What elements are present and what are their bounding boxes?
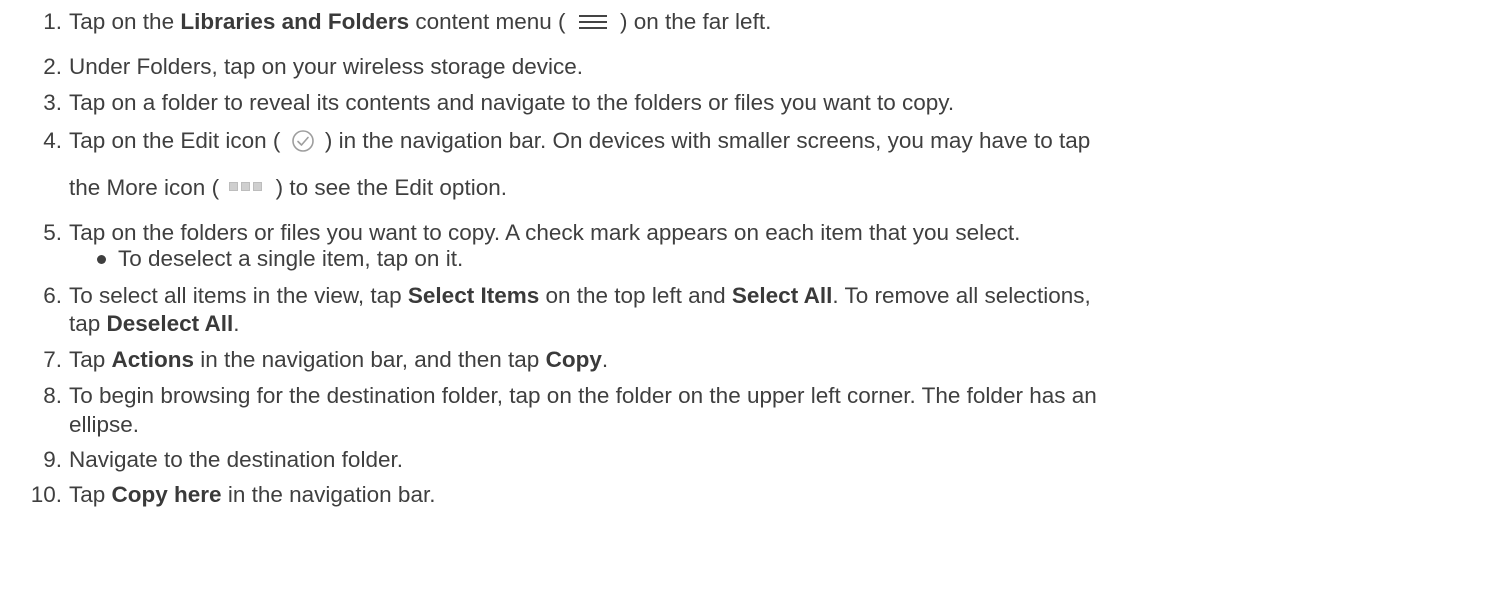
step-number: 6. [43, 283, 62, 308]
step-number: 10. [30, 482, 62, 507]
step-text: Tap on the folders or files you want to … [69, 220, 1021, 245]
step-number: 7. [43, 347, 62, 372]
step-number: 5. [43, 220, 62, 245]
step-number: 2. [43, 54, 62, 79]
step-text: Tap Copy here in the navigation bar. [69, 482, 436, 507]
step-text: Tap Actions in the navigation bar, and t… [69, 347, 609, 372]
step-number: 8. [43, 383, 62, 408]
edit-checkmark-icon [291, 129, 315, 153]
step-text-line2: ellipse. [69, 412, 140, 437]
step-text-line2: the More icon ( ) to see the Edit option… [69, 175, 507, 200]
step-number: 3. [43, 90, 62, 115]
step-number: 1. [43, 9, 62, 34]
step-text: Under Folders, tap on your wireless stor… [69, 54, 583, 79]
step-text: Tap on a folder to reveal its contents a… [69, 90, 955, 115]
step-text: Tap on the Edit icon ( ) in the navigati… [69, 128, 1091, 153]
instruction-list: 1. Tap on the Libraries and Folders cont… [0, 0, 1487, 611]
step-text: Navigate to the destination folder. [69, 447, 403, 472]
hamburger-menu-icon [576, 10, 610, 32]
bullet-text: To deselect a single item, tap on it. [118, 246, 464, 271]
more-dots-icon [227, 180, 267, 194]
step-text: To select all items in the view, tap Sel… [69, 283, 1091, 308]
bullet-dot [97, 255, 106, 264]
step-text-line2: tap Deselect All. [69, 311, 240, 336]
step-text: To begin browsing for the destination fo… [69, 383, 1097, 408]
step-number: 4. [43, 128, 62, 153]
step-number: 9. [43, 447, 62, 472]
step-text: Tap on the Libraries and Folders content… [69, 9, 772, 34]
